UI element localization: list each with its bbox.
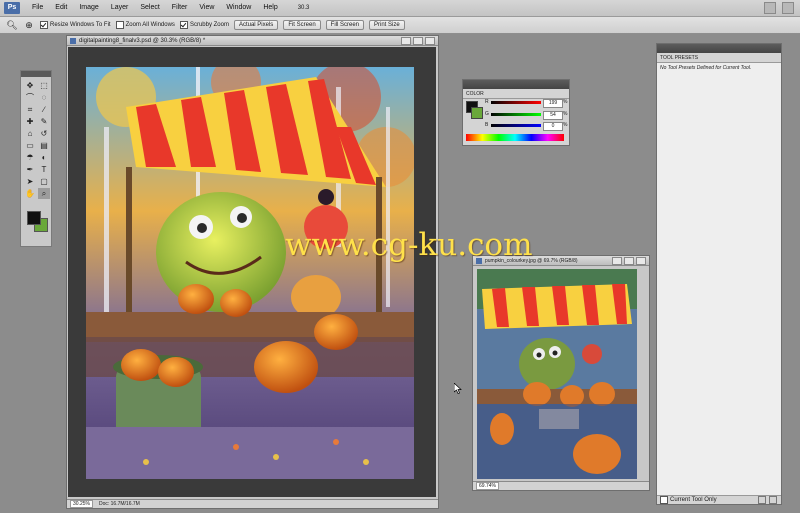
eraser-tool-icon[interactable]: ▭: [24, 140, 36, 151]
zoom-all-label: Zoom All Windows: [125, 22, 175, 28]
blur-tool-icon[interactable]: ☂: [24, 152, 36, 163]
quick-select-tool-icon[interactable]: ◌: [38, 92, 50, 103]
type-tool-icon[interactable]: T: [38, 164, 50, 175]
green-label: G: [485, 111, 489, 117]
mouse-cursor-icon: [454, 383, 462, 394]
workspace-controls: [764, 2, 800, 14]
zoom-tool-icon[interactable]: ⌕: [38, 188, 50, 199]
menu-filter[interactable]: Filter: [166, 0, 194, 16]
resize-windows-label: Resize Windows To Fit: [50, 22, 111, 28]
gradient-tool-icon[interactable]: ▤: [38, 140, 50, 151]
zoom-tool-icon[interactable]: 🔍︎: [6, 19, 18, 31]
path-select-tool-icon[interactable]: ➤: [24, 176, 36, 187]
color-spectrum-ramp[interactable]: [466, 134, 564, 141]
hand-tool-icon[interactable]: ✋: [24, 188, 36, 199]
foreground-color-swatch[interactable]: [27, 211, 41, 225]
red-value-field[interactable]: 199: [543, 99, 563, 108]
stamp-tool-icon[interactable]: ⌂: [24, 128, 36, 139]
move-tool-icon[interactable]: ✥: [24, 80, 36, 91]
zoom-all-checkbox[interactable]: Zoom All Windows: [115, 21, 175, 29]
pen-tool-icon[interactable]: ✒: [24, 164, 36, 175]
fill-screen-button[interactable]: Fill Screen: [325, 20, 364, 30]
watermark-text: www.cg-ku.com: [285, 227, 533, 263]
history-brush-icon[interactable]: ↺: [38, 128, 50, 139]
menu-image[interactable]: Image: [73, 0, 104, 16]
blue-percent: %: [563, 122, 568, 128]
tool-presets-panel: TOOL PRESETS No Tool Presets Defined for…: [656, 43, 782, 505]
print-size-button[interactable]: Print Size: [369, 20, 405, 30]
scrubby-zoom-checkbox[interactable]: Scrubby Zoom: [179, 21, 229, 29]
red-slider[interactable]: [491, 101, 541, 104]
minimize-icon[interactable]: [401, 36, 411, 45]
menu-view[interactable]: View: [193, 0, 220, 16]
document-icon: [70, 37, 76, 44]
screen-mode-icon[interactable]: [782, 2, 794, 14]
close-icon[interactable]: [636, 256, 646, 265]
main-document-zoom-field[interactable]: 30.25%: [70, 500, 93, 508]
tool-presets-footer: Current Tool Only: [657, 495, 781, 504]
delete-preset-icon[interactable]: [769, 496, 777, 504]
menu-edit[interactable]: Edit: [49, 0, 73, 16]
menu-select[interactable]: Select: [134, 0, 165, 16]
menu-help[interactable]: Help: [257, 0, 283, 16]
resize-windows-checkbox[interactable]: Resize Windows To Fit: [40, 21, 111, 29]
tools-panel: ✥ ⬚ ⌒ ◌ ⌗ ∕ ✚ ✎ ⌂ ↺ ▭ ▤ ☂ ◐ ✒ T ➤ ▢ ✋ ⌕: [20, 70, 52, 247]
menu-bar: Ps File Edit Image Layer Select Filter V…: [0, 0, 800, 17]
maximize-icon[interactable]: [624, 256, 634, 265]
current-tool-only-label: Current Tool Only: [670, 497, 717, 503]
healing-tool-icon[interactable]: ✚: [24, 116, 36, 127]
color-background-swatch[interactable]: [471, 107, 483, 119]
menu-window[interactable]: Window: [220, 0, 257, 16]
eyedropper-tool-icon[interactable]: ∕: [38, 104, 50, 115]
tool-presets-tab[interactable]: TOOL PRESETS: [657, 53, 781, 63]
main-document-size: Doc: 16.7M/16.7M: [98, 501, 140, 507]
main-canvas-area[interactable]: [68, 47, 436, 497]
minimize-icon[interactable]: [612, 256, 622, 265]
color-panel: COLOR R 199 % G 54 % B 0 %: [462, 79, 570, 146]
main-document-status-bar: 30.25% Doc: 16.7M/16.7M: [67, 499, 438, 508]
scrubby-zoom-label: Scrubby Zoom: [189, 22, 229, 28]
photoshop-logo: Ps: [4, 2, 20, 14]
blue-slider[interactable]: [491, 124, 541, 127]
colour-key-image[interactable]: [477, 269, 637, 479]
red-label: R: [485, 99, 489, 105]
current-tool-only-checkbox[interactable]: Current Tool Only: [660, 496, 717, 504]
monster-character: [156, 192, 286, 312]
options-bar: 🔍︎ ⊕ Resize Windows To Fit Zoom All Wind…: [0, 17, 800, 34]
color-panel-tab[interactable]: COLOR: [463, 89, 569, 99]
second-document-zoom-field[interactable]: 69.74%: [476, 482, 499, 490]
zoom-in-out-icon[interactable]: ⊕: [23, 19, 35, 31]
green-slider[interactable]: [491, 113, 541, 116]
blue-value-field[interactable]: 0: [543, 122, 563, 131]
menu-layer[interactable]: Layer: [105, 0, 135, 16]
painting-artwork: [86, 67, 414, 479]
main-document-window: digitalpainting8_finalv3.psd @ 30.3% (RG…: [66, 35, 439, 509]
tool-presets-empty-message: No Tool Presets Defined for Current Tool…: [660, 65, 752, 71]
main-document-title: digitalpainting8_finalv3.psd @ 30.3% (RG…: [79, 37, 206, 44]
tool-presets-header[interactable]: [657, 44, 781, 53]
shape-tool-icon[interactable]: ▢: [38, 176, 50, 187]
brush-tool-icon[interactable]: ✎: [38, 116, 50, 127]
red-percent: %: [563, 99, 568, 105]
actual-pixels-button[interactable]: Actual Pixels: [233, 20, 279, 30]
zoom-level-dropdown[interactable]: 30.3: [298, 5, 310, 11]
close-icon[interactable]: [425, 36, 435, 45]
second-document-window: pumpkin_colourkey.jpg @ 69.7% (RGB/8) 69…: [472, 255, 650, 491]
new-preset-icon[interactable]: [758, 496, 766, 504]
main-document-tab[interactable]: digitalpainting8_finalv3.psd @ 30.3% (RG…: [67, 36, 438, 46]
marquee-tool-icon[interactable]: ⬚: [38, 80, 50, 91]
second-document-status-bar: 69.74%: [473, 481, 649, 490]
fit-screen-button[interactable]: Fit Screen: [283, 20, 321, 30]
maximize-icon[interactable]: [413, 36, 423, 45]
crop-tool-icon[interactable]: ⌗: [24, 104, 36, 115]
blue-label: B: [485, 122, 489, 128]
lasso-tool-icon[interactable]: ⌒: [24, 92, 36, 103]
arrange-documents-icon[interactable]: [764, 2, 776, 14]
color-panel-header[interactable]: [463, 80, 569, 89]
dodge-tool-icon[interactable]: ◐: [38, 152, 50, 163]
green-value-field[interactable]: 54: [543, 111, 563, 120]
green-percent: %: [563, 111, 568, 117]
menu-file[interactable]: File: [26, 0, 49, 16]
